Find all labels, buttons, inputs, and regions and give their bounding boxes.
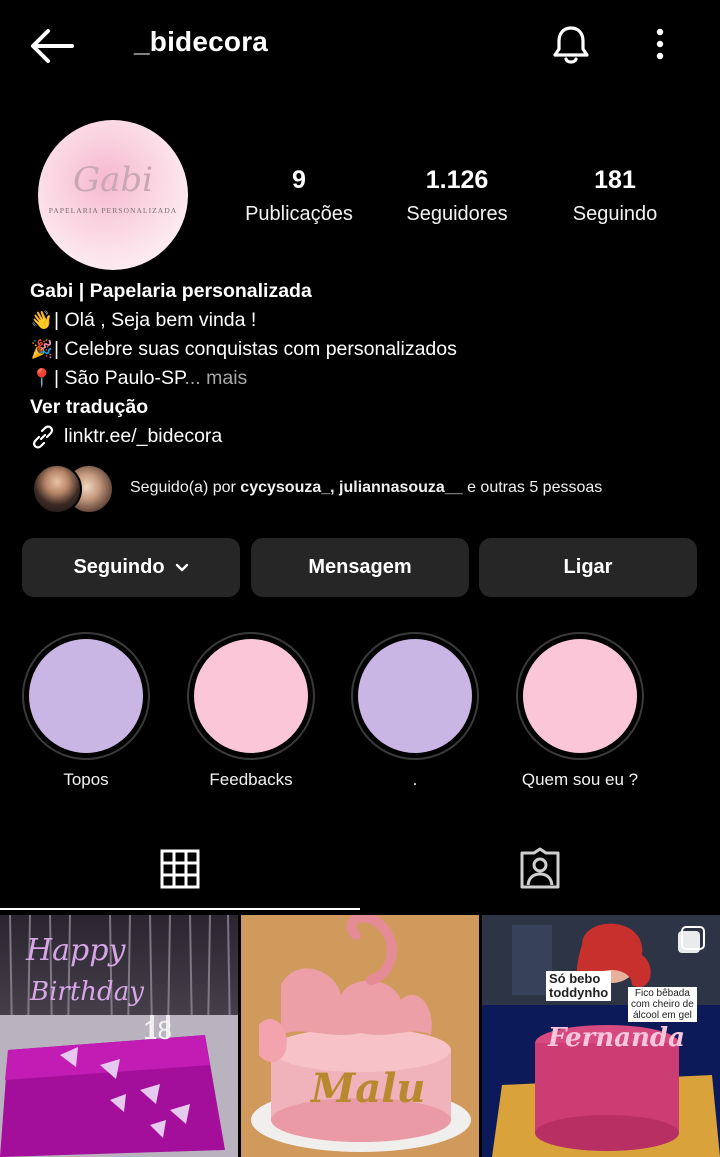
post-thumbnail[interactable]: Só bebo toddynho Fico bêbada com cheiro … [482,915,720,1157]
post-sticker-caption: Só bebo toddynho [546,971,612,1001]
followed-by-suffix: e outras 5 pessoas [462,479,603,496]
post-cake-number: 18 [143,1015,172,1045]
top-bar: _bidecora [0,0,720,90]
post-sticker-caption-2-line-2: com cheiro de [631,999,694,1010]
highlight-item[interactable]: . [350,632,480,790]
highlight-ring [187,632,315,760]
post-sticker-caption-2-line-3: álcool em gel [632,1010,692,1021]
post-cake-topper-text-2: Birthday [30,977,144,1007]
stat-posts-label: Publicações [245,203,353,225]
bio-name: Gabi | Papelaria personalizada [30,280,312,302]
stat-following-label: Seguindo [572,203,658,225]
followed-by-text: Seguido(a) por cycysouza_, juliannasouza… [130,479,602,497]
post-thumbnail[interactable]: Happy Birthday 18 [0,915,238,1157]
follower-avatar [32,464,82,514]
bio-line-1: 👋| Olá , Seja bem vinda ! [30,306,710,335]
more-options-icon[interactable] [640,24,680,68]
stat-following[interactable]: 181 Seguindo [535,166,695,226]
highlight-item[interactable]: Topos [21,632,151,790]
post-thumbnail[interactable]: Malu [241,915,479,1157]
bio-line-1-text: | Olá , Seja bem vinda ! [54,309,257,331]
tab-posts-grid[interactable] [0,826,360,912]
post-cake-topper-name: Fernanda [548,1023,685,1053]
grid-icon [160,849,200,889]
post-sticker-caption-2: Fico bêbada com cheiro de álcool em gel [628,987,697,1022]
highlight-label: Feedbacks [209,770,293,789]
avatar-brand-text: Gabi [72,160,154,200]
highlight-label: . [412,770,418,789]
active-tab-indicator [0,908,360,910]
highlight-label: Quem sou eu ? [521,770,639,789]
tagged-user-icon [520,847,560,889]
stat-followers-label: Seguidores [406,203,508,225]
highlight-item[interactable]: Feedbacks [186,632,316,790]
followed-by-prefix: Seguido(a) por [130,479,241,496]
highlight-cover [29,639,143,753]
highlight-label: Topos [63,770,109,789]
bio-line-3: 📍| São Paulo-SP... mais [30,364,710,393]
stat-following-value: 181 [594,166,636,194]
waving-hand-icon: 👋 [30,310,54,331]
post-sticker-caption-2-line-1: Fico bêbada [634,988,690,999]
post-image-flamingo-cake [241,915,479,1157]
profile-tabs [0,826,720,912]
post-sticker-caption-line-2: toddynho [549,985,609,1000]
location-pin-icon: 📍 [30,368,54,389]
profile-username: _bidecora [134,26,269,57]
post-sticker-caption-line-1: Só bebo [549,971,601,986]
bell-icon[interactable] [548,22,594,68]
bio-more-link[interactable]: ... mais [184,367,247,389]
back-arrow-icon[interactable] [28,26,76,66]
highlight-item[interactable]: Quem sou eu ? [515,632,645,790]
bio-line-2: 🎉| Celebre suas conquistas com personali… [30,335,710,364]
followed-by[interactable]: Seguido(a) por cycysouza_, juliannasouza… [30,462,710,516]
link-icon [32,425,54,448]
see-translation-link[interactable]: Ver tradução [30,393,710,422]
following-button[interactable]: Seguindo [22,538,240,597]
highlight-cover [523,639,637,753]
profile-avatar[interactable]: Gabi PAPELARIA PERSONALIZADA [38,120,188,270]
call-button[interactable]: Ligar [479,538,697,597]
stat-posts[interactable]: 9 Publicações [219,166,379,226]
highlight-cover [194,639,308,753]
highlight-ring [351,632,479,760]
stat-posts-value: 9 [292,166,306,194]
avatar-subtitle: PAPELARIA PERSONALIZADA [48,206,178,215]
bio-line-2-text: | Celebre suas conquistas com personaliz… [54,338,457,360]
chevron-down-icon [175,563,188,571]
party-popper-icon: 🎉 [30,339,54,360]
following-button-label: Seguindo [73,556,165,578]
post-cake-topper-name: Malu [311,1065,426,1112]
highlight-ring [22,632,150,760]
post-cake-topper-text-1: Happy [26,933,126,968]
highlight-ring [516,632,644,760]
highlight-cover [358,639,472,753]
followed-by-names: cycysouza_, juliannasouza__ [240,479,463,496]
bio-link-text: linktr.ee/_bidecora [64,425,223,447]
message-button[interactable]: Mensagem [251,538,469,597]
bio-external-link[interactable]: linktr.ee/_bidecora [30,422,710,451]
profile-bio: Gabi | Papelaria personalizada 👋| Olá , … [30,277,710,451]
stat-followers-value: 1.126 [425,166,489,194]
stat-followers[interactable]: 1.126 Seguidores [377,166,537,226]
bio-line-3-text: | São Paulo-SP [54,367,185,389]
tab-tagged[interactable] [360,826,720,912]
